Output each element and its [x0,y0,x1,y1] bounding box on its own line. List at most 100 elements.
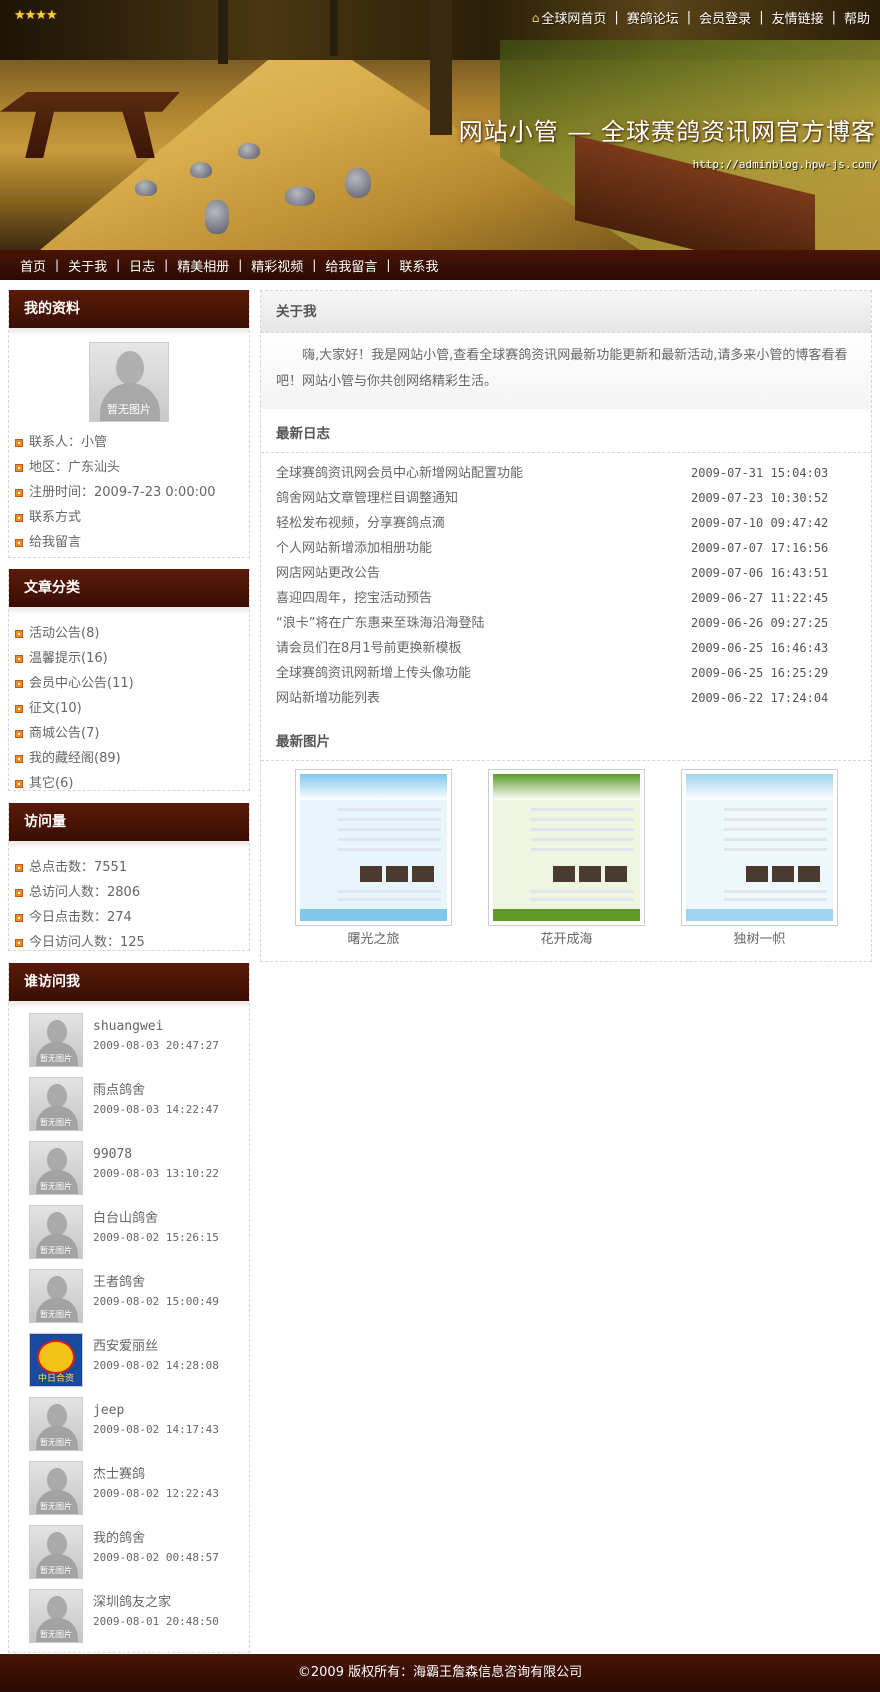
nav-about[interactable]: 关于我 [68,256,107,275]
log-row[interactable]: 网站新增功能列表 2009-06-22 17:24:04 [276,686,871,711]
profile-box: 我的资料 暂无图片 联系人：小管 地区：广东汕头 注册时间：2009-7-23 … [8,290,250,558]
nav-guestbook[interactable]: 给我留言 [325,256,377,275]
log-title[interactable]: “浪卡”将在广东惠来至珠海沿海登陆 [276,611,691,636]
visitor-item[interactable]: 暂无图片 jeep 2009-08-02 14:17:43 [9,1391,249,1455]
visitor-item[interactable]: 暂无图片 我的鸽舍 2009-08-02 00:48:57 [9,1519,249,1583]
nav-home[interactable]: 首页 [20,256,46,275]
log-row[interactable]: 网店网站更改公告 2009-07-06 16:43:51 [276,561,871,586]
log-title[interactable]: 鸽舍网站文章管理栏目调整通知 [276,486,691,511]
picture-thumb[interactable] [681,769,838,926]
visitor-avatar[interactable]: 暂无图片 [29,1205,83,1259]
visitor-item[interactable]: 暂无图片 白台山鸽舍 2009-08-02 15:26:15 [9,1199,249,1263]
home-icon: ⌂ [531,10,540,25]
bullet-icon [15,538,23,547]
log-row[interactable]: 个人网站新增添加相册功能 2009-07-07 17:16:56 [276,536,871,561]
log-title[interactable]: 个人网站新增添加相册功能 [276,536,691,561]
category-item[interactable]: 会员中心公告(11) [15,671,249,696]
log-row[interactable]: 鸽舍网站文章管理栏目调整通知 2009-07-23 10:30:52 [276,486,871,511]
pics-heading: 最新图片 [261,717,871,761]
about-text: 嗨,大家好！我是网站小管,查看全球赛鸽资讯网最新功能更新和最新活动,请多来小管的… [261,333,871,409]
blog-url[interactable]: http://adminblog.hpw-js.com/ [693,158,878,171]
toplink-friends[interactable]: 友情链接 [772,8,824,27]
log-title[interactable]: 喜迎四周年，挖宝活动预告 [276,586,691,611]
stat-total-visitors: 总访问人数：2806 [15,880,249,905]
picture-item[interactable]: 独树一帜 [681,769,838,954]
toplink-forum[interactable]: 赛鸽论坛 [627,8,679,27]
visitor-item[interactable]: 中日合资 西安爱丽丝 2009-08-02 14:28:08 [9,1327,249,1391]
visitor-avatar[interactable]: 暂无图片 [29,1525,83,1579]
stats-box: 访问量 总点击数：7551 总访问人数：2806 今日点击数：274 今日访问人… [8,803,250,951]
visitor-avatar[interactable]: 暂无图片 [29,1461,83,1515]
log-title[interactable]: 请会员们在8月1号前更换新模板 [276,636,691,661]
log-title[interactable]: 全球赛鸽资讯网新增上传头像功能 [276,661,691,686]
visitor-avatar[interactable]: 暂无图片 [29,1397,83,1451]
profile-guestbook-link[interactable]: 给我留言 [15,530,249,555]
log-row[interactable]: 请会员们在8月1号前更换新模板 2009-06-25 16:46:43 [276,636,871,661]
log-date: 2009-07-06 16:43:51 [691,566,829,580]
visitor-avatar[interactable]: 暂无图片 [29,1269,83,1323]
nav-contact[interactable]: 联系我 [399,256,438,275]
visitor-name[interactable]: 深圳鸽友之家 [93,1591,219,1615]
bullet-icon [15,913,23,922]
visitor-item[interactable]: 暂无图片 shuangwei 2009-08-03 20:47:27 [9,1007,249,1071]
toplink-home[interactable]: 全球网首页 [541,8,606,27]
nav-video[interactable]: 精彩视频 [251,256,303,275]
log-title[interactable]: 轻松发布视频，分享赛鸽点滴 [276,511,691,536]
category-item[interactable]: 其它(6) [15,771,249,796]
bullet-icon [15,863,23,872]
log-row[interactable]: 全球赛鸽资讯网会员中心新增网站配置功能 2009-07-31 15:04:03 [276,461,871,486]
log-date: 2009-06-25 16:46:43 [691,641,829,655]
visitor-name[interactable]: jeep [93,1399,219,1423]
visitor-item[interactable]: 暂无图片 王者鸽舍 2009-08-02 15:00:49 [9,1263,249,1327]
picture-name[interactable]: 花开成海 [488,926,645,954]
visitor-name[interactable]: 我的鸽舍 [93,1527,219,1551]
category-item[interactable]: 我的藏经阁(89) [15,746,249,771]
visitor-item[interactable]: 暂无图片 杰士赛鸽 2009-08-02 12:22:43 [9,1455,249,1519]
log-title[interactable]: 网店网站更改公告 [276,561,691,586]
visitor-name[interactable]: 白台山鸽舍 [93,1207,219,1231]
category-item[interactable]: 活动公告(8) [15,621,249,646]
log-title[interactable]: 网站新增功能列表 [276,686,691,711]
visitor-name[interactable]: 西安爱丽丝 [93,1335,219,1359]
visitor-avatar[interactable]: 暂无图片 [29,1013,83,1067]
visitor-logo-avatar[interactable]: 中日合资 [29,1333,83,1387]
nav-album[interactable]: 精美相册 [177,256,229,275]
visitor-avatar[interactable]: 暂无图片 [29,1589,83,1643]
visitor-item[interactable]: 暂无图片 雨点鸽舍 2009-08-03 14:22:47 [9,1071,249,1135]
picture-name[interactable]: 曙光之旅 [295,926,452,954]
nav-log[interactable]: 日志 [129,256,155,275]
visitor-name[interactable]: shuangwei [93,1015,219,1039]
banner: ★★★★ ⌂ 全球网首页 | 赛鸽论坛 | 会员登录 | 友情链接 | 帮助 网… [0,0,880,250]
visitor-name[interactable]: 王者鸽舍 [93,1271,219,1295]
profile-contact-link[interactable]: 联系方式 [15,505,249,530]
profile-avatar: 暂无图片 [89,342,169,422]
log-row[interactable]: 喜迎四周年，挖宝活动预告 2009-06-27 11:22:45 [276,586,871,611]
log-row[interactable]: 轻松发布视频，分享赛鸽点滴 2009-07-10 09:47:42 [276,511,871,536]
visitor-avatar[interactable]: 暂无图片 [29,1077,83,1131]
toplink-help[interactable]: 帮助 [844,8,870,27]
visitor-item[interactable]: 暂无图片 深圳鸽友之家 2009-08-01 20:48:50 [9,1583,249,1647]
visitor-name[interactable]: 杰士赛鸽 [93,1463,219,1487]
visit-time: 2009-08-01 20:48:50 [93,1615,219,1628]
top-links: ⌂ 全球网首页 | 赛鸽论坛 | 会员登录 | 友情链接 | 帮助 [531,8,870,27]
category-item[interactable]: 商城公告(7) [15,721,249,746]
bullet-icon [15,629,23,638]
visitor-name[interactable]: 99078 [93,1143,219,1167]
log-row[interactable]: “浪卡”将在广东惠来至珠海沿海登陆 2009-06-26 09:27:25 [276,611,871,636]
category-item[interactable]: 征文(10) [15,696,249,721]
visitor-item[interactable]: 暂无图片 99078 2009-08-03 13:10:22 [9,1135,249,1199]
log-row[interactable]: 全球赛鸽资讯网新增上传头像功能 2009-06-25 16:25:29 [276,661,871,686]
bullet-icon [15,729,23,738]
category-item[interactable]: 温馨提示(16) [15,646,249,671]
toplink-login[interactable]: 会员登录 [699,8,751,27]
log-title[interactable]: 全球赛鸽资讯网会员中心新增网站配置功能 [276,461,691,486]
visitor-avatar[interactable]: 暂无图片 [29,1141,83,1195]
picture-thumb[interactable] [295,769,452,926]
visit-time: 2009-08-02 00:48:57 [93,1551,219,1564]
picture-thumb[interactable] [488,769,645,926]
picture-item[interactable]: 花开成海 [488,769,645,954]
visitors-heading: 谁访问我 [9,963,249,1009]
picture-name[interactable]: 独树一帜 [681,926,838,954]
picture-item[interactable]: 曙光之旅 [295,769,452,954]
visitor-name[interactable]: 雨点鸽舍 [93,1079,219,1103]
